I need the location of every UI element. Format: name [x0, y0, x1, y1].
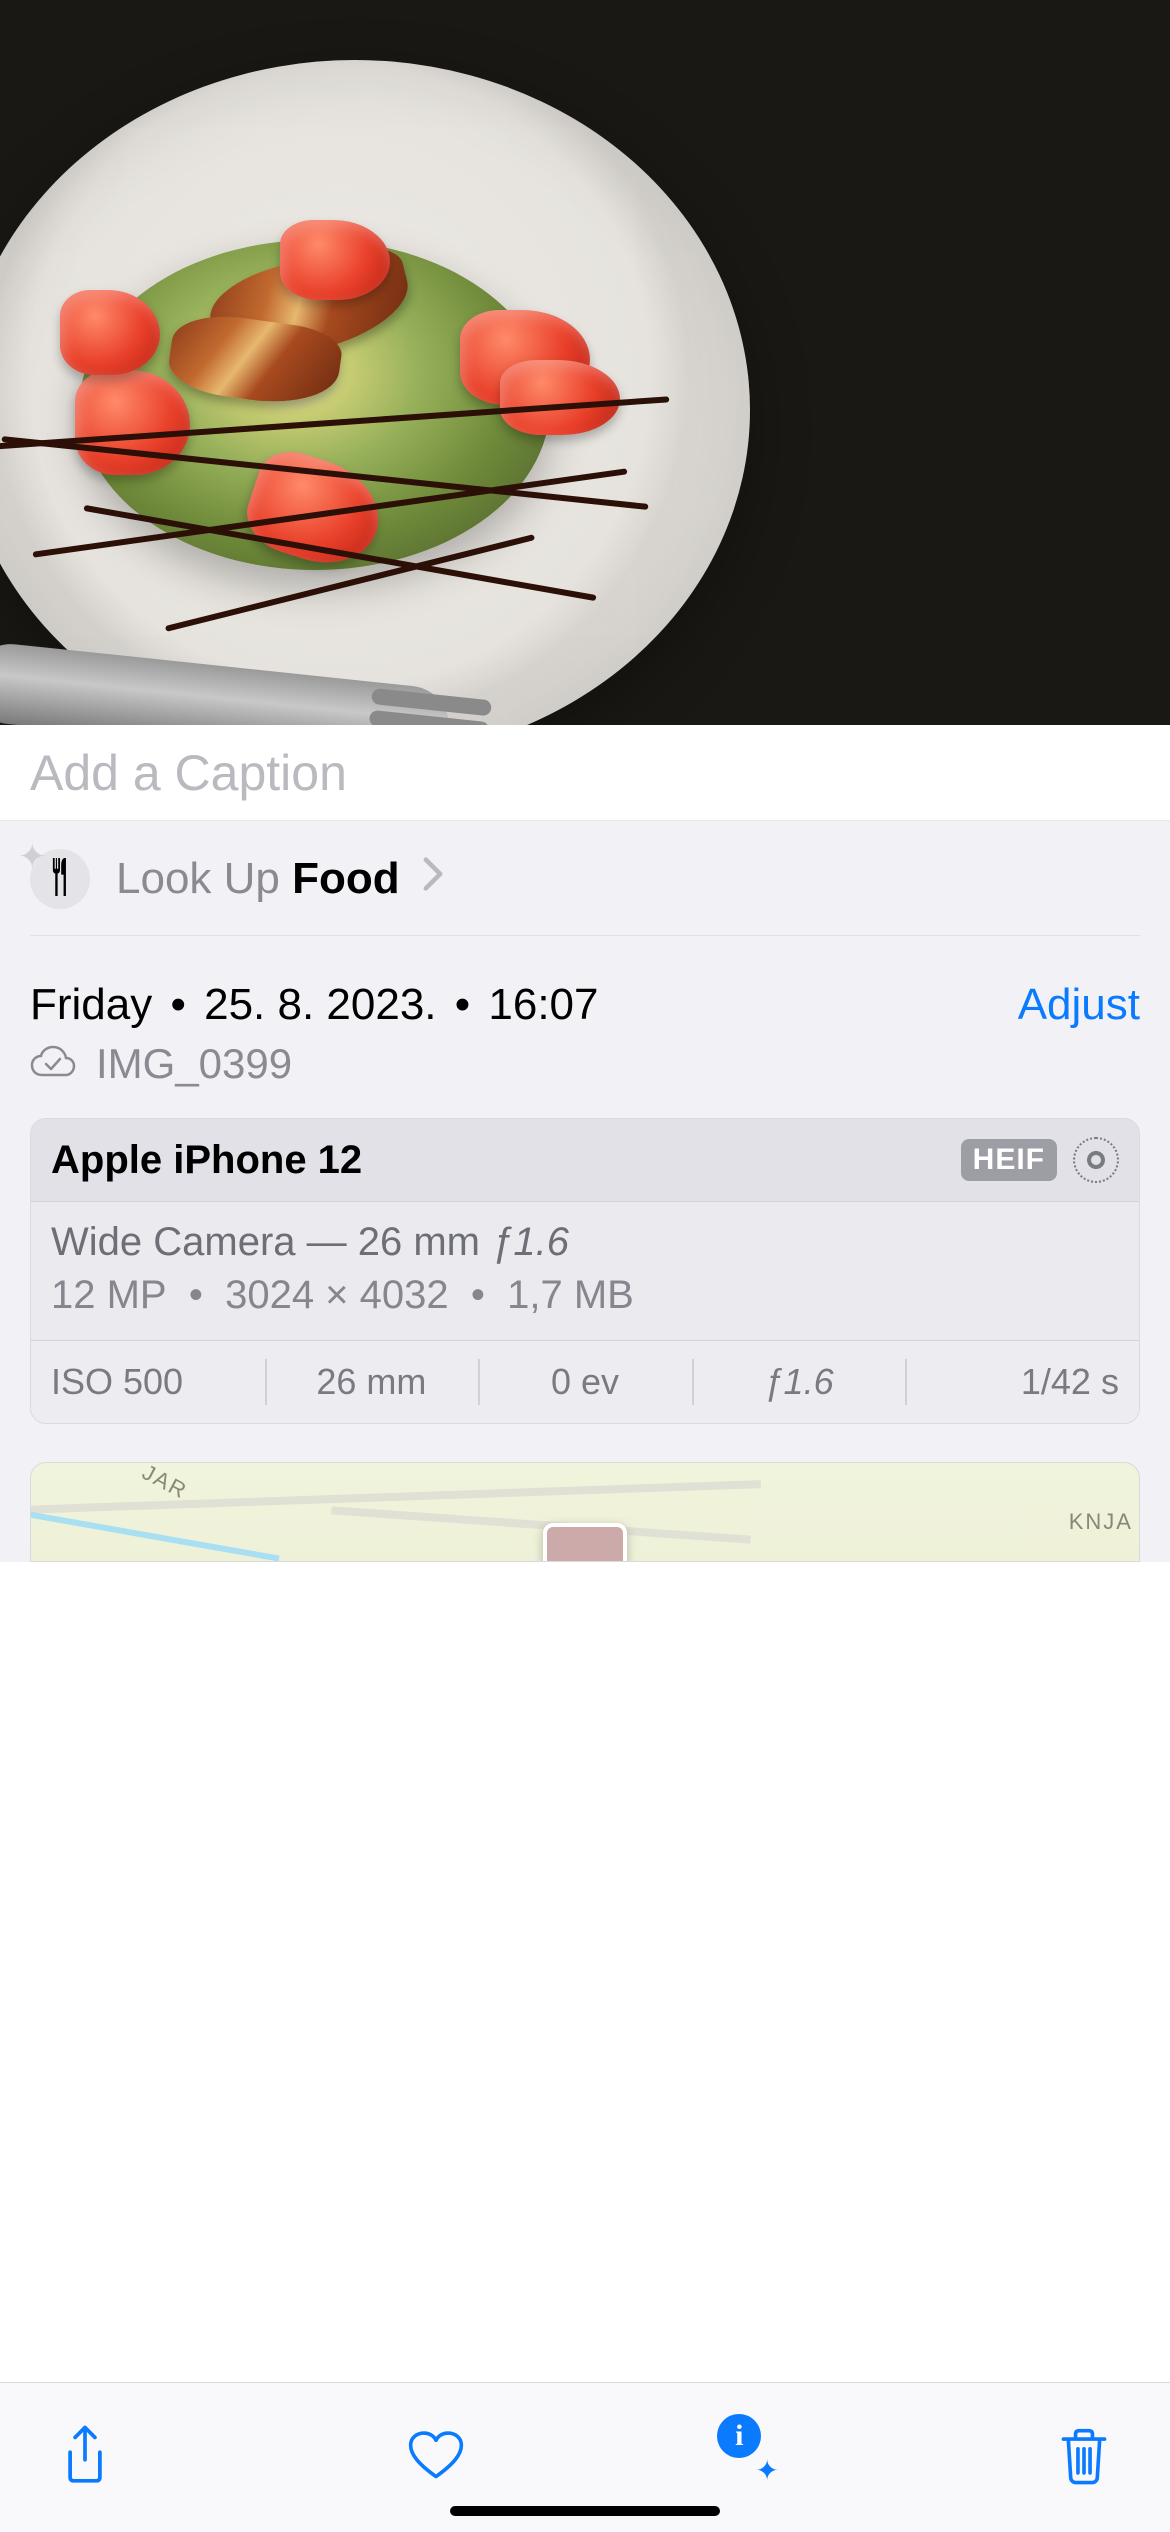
image-content — [0, 60, 750, 725]
delete-button[interactable] — [1050, 2419, 1118, 2496]
info-button[interactable]: ✦ i — [753, 2450, 769, 2466]
heart-icon — [407, 2470, 465, 2485]
format-badge: HEIF — [961, 1139, 1057, 1181]
filename-label: IMG_0399 — [96, 1040, 292, 1088]
info-panel: ✦ Look Up Food Friday • 25. 8. 2023. • 1… — [0, 821, 1170, 1562]
map-street-label: JAR — [138, 1462, 192, 1505]
exif-iso: ISO 500 — [31, 1341, 265, 1423]
exif-ev: 0 ev — [478, 1341, 692, 1423]
exif-card: Apple iPhone 12 HEIF Wide Camera — 26 mm… — [30, 1118, 1140, 1424]
trash-icon — [1058, 2473, 1110, 2488]
lens-description: Wide Camera — 26 mm ƒ1.6 — [51, 1220, 1119, 1265]
caption-row — [0, 725, 1170, 821]
photo-viewer[interactable] — [0, 0, 1170, 725]
map-photo-pin[interactable] — [543, 1523, 627, 1562]
device-name: Apple iPhone 12 — [51, 1138, 362, 1183]
resolution-line: 12 MP • 3024 × 4032 • 1,7 MB — [51, 1273, 1119, 1318]
adjust-button[interactable]: Adjust — [1018, 980, 1140, 1030]
exif-focal: 26 mm — [265, 1341, 479, 1423]
home-indicator[interactable] — [450, 2506, 720, 2516]
map-street-label: KNJA — [1069, 1509, 1133, 1535]
lookup-label: Look Up Food — [116, 854, 400, 904]
share-button[interactable] — [52, 2417, 118, 2498]
capture-datetime: Friday • 25. 8. 2023. • 16:07 — [30, 980, 599, 1030]
caption-input[interactable] — [30, 744, 1140, 802]
share-icon — [60, 2475, 110, 2490]
exif-aperture: ƒ1.6 — [692, 1341, 906, 1423]
icloud-synced-icon — [30, 1045, 76, 1084]
exif-shutter: 1/42 s — [905, 1341, 1139, 1423]
sparkle-icon: ✦ — [18, 837, 47, 877]
lens-icon — [1073, 1137, 1119, 1183]
chevron-right-icon — [422, 856, 444, 902]
location-map[interactable]: JAR KNJA — [30, 1462, 1140, 1562]
visual-lookup-row[interactable]: ✦ Look Up Food — [30, 845, 1140, 936]
favorite-button[interactable] — [399, 2422, 473, 2493]
